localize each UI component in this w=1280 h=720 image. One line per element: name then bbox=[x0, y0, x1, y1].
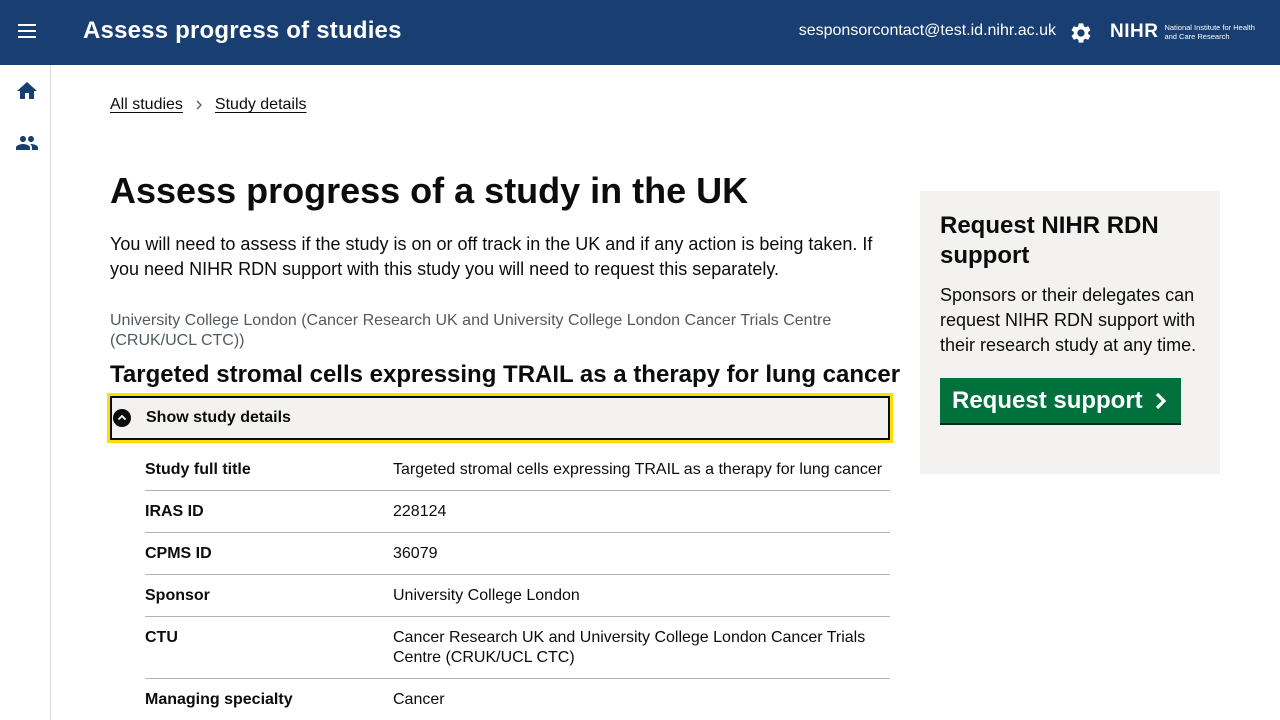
user-email: sesponsorcontact@test.id.nihr.ac.uk bbox=[798, 22, 1056, 39]
nihr-logo[interactable]: NIHR National Institute for Health and C… bbox=[1110, 18, 1270, 46]
summary-row: Study full title Targeted stromal cells … bbox=[145, 449, 890, 491]
organisation-caption: University College London (Cancer Resear… bbox=[110, 312, 832, 349]
study-title: Targeted stromal cells expressing TRAIL … bbox=[110, 361, 901, 388]
users-icon[interactable] bbox=[15, 131, 39, 155]
show-study-details-toggle[interactable]: Show study details bbox=[107, 393, 893, 443]
summary-value: Cancer Research UK and University Colleg… bbox=[393, 629, 866, 666]
breadcrumb: All studies Study details bbox=[110, 96, 307, 114]
summary-key: Sponsor bbox=[145, 587, 210, 604]
summary-row: Sponsor University College London bbox=[145, 575, 890, 617]
app-title: Assess progress of studies bbox=[83, 17, 402, 44]
chevron-up-circle-icon bbox=[113, 409, 131, 427]
logo-sub-text: National Institute for Health and Care R… bbox=[1164, 23, 1255, 41]
intro-text: You will need to assess if the study is … bbox=[110, 234, 873, 279]
summary-key: CTU bbox=[145, 629, 178, 646]
summary-key: Study full title bbox=[145, 461, 251, 478]
summary-value: Targeted stromal cells expressing TRAIL … bbox=[393, 461, 883, 478]
gear-icon[interactable] bbox=[1069, 21, 1093, 45]
summary-key: Managing specialty bbox=[145, 691, 293, 708]
summary-key: CPMS ID bbox=[145, 545, 212, 562]
summary-value: Cancer bbox=[393, 691, 445, 708]
breadcrumb-study-details[interactable]: Study details bbox=[215, 96, 307, 114]
summary-value: 36079 bbox=[393, 545, 438, 562]
logo-main-text: NIHR bbox=[1110, 21, 1159, 42]
toggle-label: Show study details bbox=[146, 409, 291, 426]
summary-row: Managing specialty Cancer bbox=[145, 679, 890, 720]
menu-icon[interactable] bbox=[14, 20, 40, 46]
chevron-right-icon bbox=[1155, 392, 1166, 409]
top-header: Assess progress of studies sesponsorcont… bbox=[0, 0, 1280, 65]
panel-text: Sponsors or their delegates can request … bbox=[940, 285, 1197, 355]
study-details-list: Study full title Targeted stromal cells … bbox=[145, 449, 890, 720]
page-title: Assess progress of a study in the UK bbox=[110, 170, 749, 211]
chevron-right-icon bbox=[196, 100, 202, 110]
request-support-label: Request support bbox=[952, 386, 1143, 414]
request-support-panel: Request NIHR RDN support Sponsors or the… bbox=[920, 191, 1220, 474]
breadcrumb-all-studies[interactable]: All studies bbox=[110, 96, 183, 114]
summary-value: 228124 bbox=[393, 503, 447, 520]
panel-title: Request NIHR RDN support bbox=[940, 212, 1159, 269]
summary-row: IRAS ID 228124 bbox=[145, 491, 890, 533]
request-support-button[interactable]: Request support bbox=[940, 378, 1181, 423]
summary-row: CTU Cancer Research UK and University Co… bbox=[145, 617, 890, 679]
home-icon[interactable] bbox=[15, 79, 39, 103]
summary-key: IRAS ID bbox=[145, 503, 204, 520]
summary-row: CPMS ID 36079 bbox=[145, 533, 890, 575]
sidebar bbox=[0, 65, 51, 720]
summary-value: University College London bbox=[393, 587, 580, 604]
